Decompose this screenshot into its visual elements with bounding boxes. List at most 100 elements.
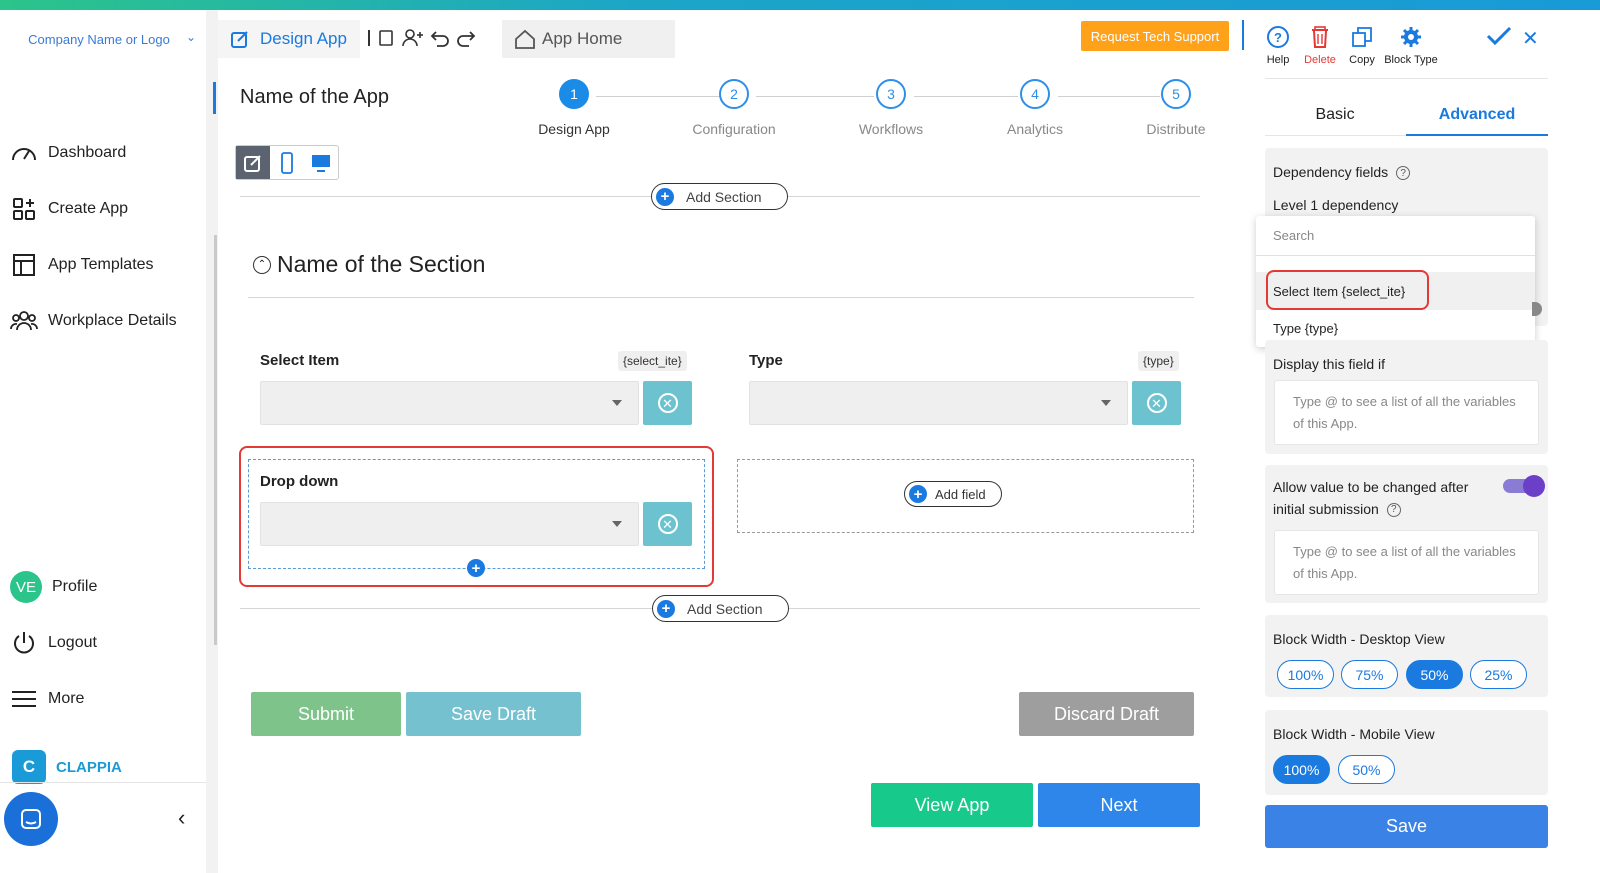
allow-change-condition-input[interactable]: Type @ to see a list of all the variable… xyxy=(1274,530,1539,595)
step-analytics[interactable]: 4 Analytics xyxy=(975,79,1095,137)
view-mode-toggle xyxy=(235,145,339,180)
scrollbar[interactable] xyxy=(214,235,217,645)
save-draft-button[interactable]: Save Draft xyxy=(406,692,581,736)
copy-icon[interactable] xyxy=(376,28,396,48)
chevron-up-icon[interactable]: ⌃ xyxy=(253,255,271,274)
desktop-width-75[interactable]: 75% xyxy=(1341,660,1398,689)
block-width-desktop-label: Block Width - Desktop View xyxy=(1273,631,1445,647)
clear-button[interactable]: ✕ xyxy=(1132,381,1181,425)
plus-icon: + xyxy=(656,187,674,206)
drop-down-field[interactable] xyxy=(260,502,639,546)
view-app-button[interactable]: View App xyxy=(871,783,1033,827)
app-title[interactable]: Name of the App xyxy=(240,86,389,109)
step-design-app[interactable]: 1 Design App xyxy=(514,79,634,137)
step-number: 3 xyxy=(876,79,906,109)
desktop-width-50[interactable]: 50% xyxy=(1406,660,1463,689)
tab-label: App Home xyxy=(542,29,623,48)
section-title[interactable]: ⌃ Name of the Section xyxy=(253,251,485,278)
dropdown-search-input[interactable]: Search xyxy=(1273,228,1314,243)
tab-design-app[interactable]: Design App xyxy=(218,20,360,58)
display-if-condition-input[interactable]: Type @ to see a list of all the variable… xyxy=(1274,380,1539,445)
chevron-down-icon[interactable]: ⌄ xyxy=(186,30,196,44)
sidebar-item-logout[interactable]: Logout xyxy=(10,628,97,658)
undo-icon[interactable] xyxy=(430,28,450,48)
chat-button[interactable] xyxy=(4,792,58,846)
gear-icon xyxy=(1401,27,1421,47)
add-field-button[interactable]: + Add field xyxy=(904,481,1002,507)
next-button[interactable]: Next xyxy=(1038,783,1200,827)
tool-label: Delete xyxy=(1304,54,1336,66)
dropdown-item-annotation xyxy=(1266,270,1429,310)
step-label: Analytics xyxy=(1006,121,1064,137)
redo-icon[interactable] xyxy=(456,28,476,48)
help-button[interactable]: ? Help xyxy=(1262,24,1294,66)
collapse-sidebar-button[interactable]: ‹ xyxy=(178,805,185,831)
delete-button[interactable]: Delete xyxy=(1300,24,1340,66)
main-canvas xyxy=(218,10,1244,873)
tab-basic[interactable]: Basic xyxy=(1265,106,1405,124)
step-configuration[interactable]: 2 Configuration xyxy=(674,79,794,137)
check-icon[interactable] xyxy=(1486,24,1512,48)
close-icon[interactable]: ✕ xyxy=(1522,26,1539,51)
sidebar-item-app-templates[interactable]: App Templates xyxy=(10,250,154,280)
help-icon[interactable]: ? xyxy=(1386,503,1401,518)
section-header-divider xyxy=(248,297,1194,298)
step-label: Design App xyxy=(538,121,610,137)
select-item-dropdown[interactable] xyxy=(260,381,639,425)
desktop-width-25[interactable]: 25% xyxy=(1470,660,1527,689)
add-section-button[interactable]: + Add Section xyxy=(651,183,788,210)
discard-draft-button[interactable]: Discard Draft xyxy=(1019,692,1194,736)
chat-icon xyxy=(21,809,41,829)
step-distribute[interactable]: 5 Distribute xyxy=(1116,79,1236,137)
desktop-view-button[interactable] xyxy=(304,146,338,179)
step-label: Distribute xyxy=(1146,121,1206,137)
mobile-width-100[interactable]: 100% xyxy=(1273,755,1330,784)
mobile-view-button[interactable] xyxy=(270,146,304,179)
copy-button[interactable]: Copy xyxy=(1346,24,1378,66)
block-type-button[interactable]: Block Type xyxy=(1380,24,1442,66)
allow-change-toggle[interactable] xyxy=(1503,475,1545,497)
plus-icon: + xyxy=(657,599,675,618)
close-circle-icon: ✕ xyxy=(657,514,678,534)
sidebar-item-dashboard[interactable]: Dashboard xyxy=(10,138,126,168)
add-below-plus-icon[interactable]: + xyxy=(467,559,485,577)
type-dropdown[interactable] xyxy=(749,381,1128,425)
step-number: 1 xyxy=(559,79,589,109)
step-workflows[interactable]: 3 Workflows xyxy=(831,79,951,137)
level-1-dependency-label: Level 1 dependency xyxy=(1273,197,1399,213)
panel-accent xyxy=(1242,20,1244,50)
sidebar-item-label: Profile xyxy=(52,578,98,595)
dependency-fields-label: Dependency fields? xyxy=(1273,164,1411,181)
field-label-type: Type xyxy=(749,352,783,369)
tab-advanced[interactable]: Advanced xyxy=(1407,106,1547,124)
dropdown-item-type[interactable]: Type {type} xyxy=(1273,321,1338,336)
tab-app-home[interactable]: App Home xyxy=(502,20,675,58)
desktop-width-100[interactable]: 100% xyxy=(1277,660,1334,689)
help-icon[interactable]: ? xyxy=(1396,166,1411,181)
save-button[interactable]: Save xyxy=(1265,805,1548,848)
step-number: 4 xyxy=(1020,79,1050,109)
label-text: Allow value to be changed after initial … xyxy=(1273,479,1469,517)
mobile-width-50[interactable]: 50% xyxy=(1338,755,1395,784)
sidebar-item-workplace-details[interactable]: Workplace Details xyxy=(10,306,177,336)
edit-view-button[interactable] xyxy=(236,146,270,179)
sidebar-item-label: Dashboard xyxy=(48,144,127,161)
templates-icon xyxy=(10,252,38,278)
divider-icon xyxy=(368,30,370,46)
sidebar-item-more[interactable]: More xyxy=(10,684,84,714)
brand-logo[interactable]: C CLAPPIA xyxy=(12,750,122,784)
submit-button[interactable]: Submit xyxy=(251,692,401,736)
sidebar-item-create-app[interactable]: Create App xyxy=(10,194,128,224)
button-label: Add Section xyxy=(686,188,762,205)
clear-button[interactable]: ✕ xyxy=(643,381,692,425)
sidebar-item-label: App Templates xyxy=(48,256,154,273)
power-icon xyxy=(10,630,38,656)
clear-button[interactable]: ✕ xyxy=(643,502,692,546)
avatar: VE xyxy=(10,571,42,603)
add-section-button[interactable]: + Add Section xyxy=(652,595,789,622)
request-tech-support-button[interactable]: Request Tech Support xyxy=(1081,21,1229,51)
add-user-icon[interactable] xyxy=(402,28,424,48)
company-logo[interactable]: Company Name or Logo xyxy=(24,28,174,52)
caret-down-icon xyxy=(612,521,622,527)
sidebar-item-profile[interactable]: VE Profile xyxy=(10,571,98,603)
